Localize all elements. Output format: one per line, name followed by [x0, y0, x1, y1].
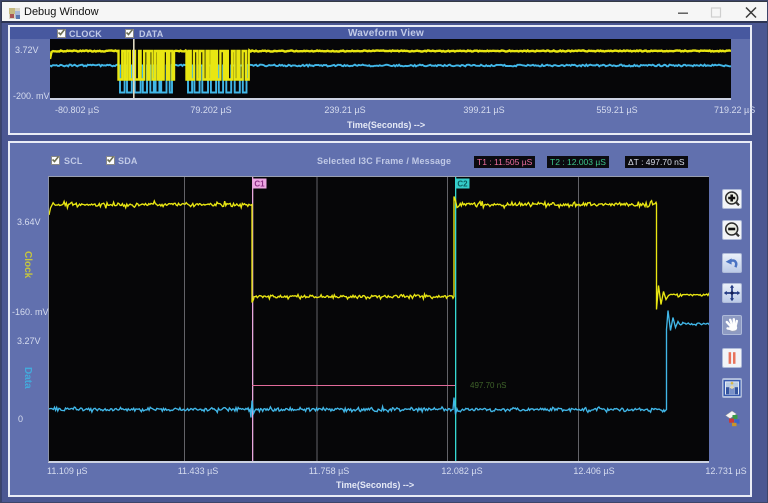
svg-text:C2: C2: [457, 180, 468, 189]
svg-text:C1: C1: [254, 180, 265, 189]
svg-text:497.70 nS: 497.70 nS: [470, 381, 506, 390]
